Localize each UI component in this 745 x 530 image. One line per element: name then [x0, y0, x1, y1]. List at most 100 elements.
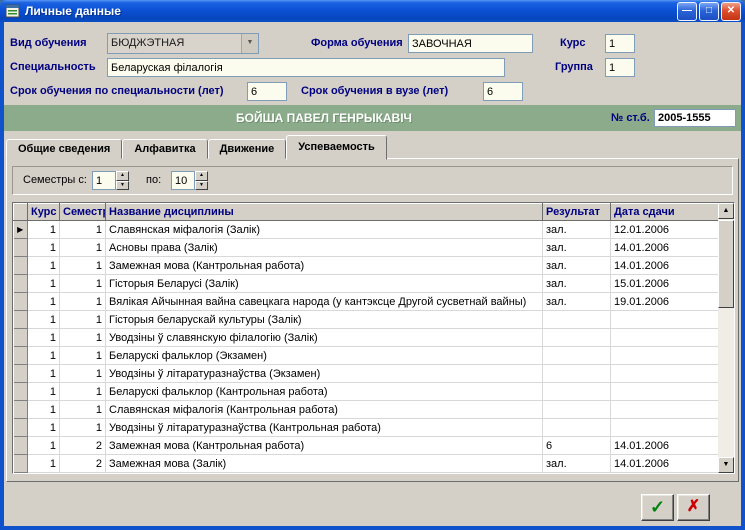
vertical-scrollbar[interactable]: ▲ ▼ [718, 203, 734, 473]
table-row[interactable]: 11Вялікая Айчынная вайна савецкага народ… [14, 293, 719, 311]
cell-semestr[interactable]: 1 [60, 419, 106, 437]
specialty-duration-field[interactable] [247, 82, 287, 101]
cell-date[interactable] [611, 401, 719, 419]
cell-result[interactable]: зал. [543, 275, 611, 293]
cell-result[interactable] [543, 329, 611, 347]
cell-semestr[interactable]: 2 [60, 437, 106, 455]
cell-kurs[interactable]: 1 [28, 365, 60, 383]
group-field[interactable] [605, 58, 635, 77]
column-header-semester[interactable]: Семестр [60, 204, 106, 221]
tab-movement[interactable]: Движение [208, 139, 287, 159]
scrollbar-thumb[interactable] [718, 220, 734, 308]
cell-semestr[interactable]: 1 [60, 221, 106, 239]
titlebar[interactable]: Личные данные — □ ✕ [0, 0, 745, 22]
combo-dropdown-icon[interactable]: ▼ [241, 34, 258, 53]
cell-result[interactable] [543, 383, 611, 401]
table-row[interactable]: ▶11Славянская міфалогія (Залік)зал.12.01… [14, 221, 719, 239]
column-header-result[interactable]: Результат [543, 204, 611, 221]
maximize-button[interactable]: □ [699, 2, 719, 21]
semester-from-field[interactable] [92, 171, 116, 190]
cell-kurs[interactable]: 1 [28, 401, 60, 419]
cell-kurs[interactable]: 1 [28, 419, 60, 437]
cell-discipline[interactable]: Гісторыя Беларусі (Залік) [106, 275, 543, 293]
cell-semestr[interactable]: 1 [60, 401, 106, 419]
cell-semestr[interactable]: 1 [60, 293, 106, 311]
cell-date[interactable]: 14.01.2006 [611, 239, 719, 257]
cell-kurs[interactable]: 1 [28, 347, 60, 365]
cell-semestr[interactable]: 1 [60, 257, 106, 275]
table-row[interactable]: 11Гісторыя Беларусі (Залік)зал.15.01.200… [14, 275, 719, 293]
cell-discipline[interactable]: Вялікая Айчынная вайна савецкага народа … [106, 293, 543, 311]
cell-discipline[interactable]: Замежная мова (Кантрольная работа) [106, 257, 543, 275]
cell-semestr[interactable]: 1 [60, 275, 106, 293]
cell-kurs[interactable]: 1 [28, 311, 60, 329]
cell-result[interactable]: зал. [543, 257, 611, 275]
table-row[interactable]: 11Замежная мова (Кантрольная работа)зал.… [14, 257, 719, 275]
cell-date[interactable]: 14.01.2006 [611, 257, 719, 275]
cell-semestr[interactable]: 1 [60, 239, 106, 257]
education-form-field[interactable] [408, 34, 533, 53]
column-header-date[interactable]: Дата сдачи [611, 204, 719, 221]
cell-kurs[interactable]: 1 [28, 275, 60, 293]
cell-semestr[interactable]: 1 [60, 329, 106, 347]
table-row[interactable]: 12Замежная мова (Залік)зал.14.01.2006 [14, 455, 719, 473]
cell-semestr[interactable]: 1 [60, 365, 106, 383]
cell-result[interactable]: зал. [543, 239, 611, 257]
scroll-down-icon[interactable]: ▼ [718, 457, 734, 473]
cell-date[interactable] [611, 329, 719, 347]
university-duration-field[interactable] [483, 82, 523, 101]
spin-down-icon[interactable]: ▼ [195, 181, 208, 191]
minimize-button[interactable]: — [677, 2, 697, 21]
cell-date[interactable] [611, 365, 719, 383]
confirm-button[interactable]: ✓ [641, 494, 674, 521]
spin-up-icon[interactable]: ▲ [116, 171, 129, 181]
spin-down-icon[interactable]: ▼ [116, 181, 129, 191]
cell-date[interactable] [611, 419, 719, 437]
cell-kurs[interactable]: 1 [28, 239, 60, 257]
tab-alphabet-card[interactable]: Алфавитка [122, 139, 207, 159]
cell-date[interactable]: 12.01.2006 [611, 221, 719, 239]
course-field[interactable] [605, 34, 635, 53]
column-header-course[interactable]: Курс [28, 204, 60, 221]
cell-date[interactable] [611, 347, 719, 365]
cell-result[interactable]: 6 [543, 437, 611, 455]
cell-result[interactable] [543, 419, 611, 437]
tab-performance[interactable]: Успеваемость [286, 135, 387, 160]
cell-semestr[interactable]: 2 [60, 455, 106, 473]
column-header-discipline[interactable]: Название дисциплины [106, 204, 543, 221]
student-book-number-field[interactable] [654, 109, 736, 127]
cell-kurs[interactable]: 1 [28, 383, 60, 401]
cell-discipline[interactable]: Славянская міфалогія (Залік) [106, 221, 543, 239]
table-row[interactable]: 11Уводзіны ў літаратуразнаўства (Экзамен… [14, 365, 719, 383]
cell-discipline[interactable]: Славянская міфалогія (Кантрольная работа… [106, 401, 543, 419]
table-row[interactable]: 11Беларускі фальклор (Экзамен) [14, 347, 719, 365]
cell-kurs[interactable]: 1 [28, 293, 60, 311]
tab-general-info[interactable]: Общие сведения [6, 139, 122, 159]
cancel-button[interactable]: ✗ [677, 494, 710, 521]
cell-discipline[interactable]: Асновы права (Залік) [106, 239, 543, 257]
cell-discipline[interactable]: Замежная мова (Залік) [106, 455, 543, 473]
cell-date[interactable]: 14.01.2006 [611, 455, 719, 473]
cell-discipline[interactable]: Гісторыя беларускай культуры (Залік) [106, 311, 543, 329]
cell-date[interactable]: 19.01.2006 [611, 293, 719, 311]
table-row[interactable]: 12Замежная мова (Кантрольная работа)614.… [14, 437, 719, 455]
cell-discipline[interactable]: Замежная мова (Кантрольная работа) [106, 437, 543, 455]
cell-discipline[interactable]: Уводзіны ў славянскую філалогію (Залік) [106, 329, 543, 347]
education-type-combo[interactable]: БЮДЖЭТНАЯ ▼ [107, 33, 259, 54]
cell-semestr[interactable]: 1 [60, 311, 106, 329]
cell-kurs[interactable]: 1 [28, 221, 60, 239]
cell-date[interactable]: 14.01.2006 [611, 437, 719, 455]
cell-discipline[interactable]: Уводзіны ў літаратуразнаўства (Кантрольн… [106, 419, 543, 437]
table-row[interactable]: 11Беларускі фальклор (Кантрольная работа… [14, 383, 719, 401]
cell-date[interactable] [611, 383, 719, 401]
cell-kurs[interactable]: 1 [28, 437, 60, 455]
cell-kurs[interactable]: 1 [28, 257, 60, 275]
semester-to-field[interactable] [171, 171, 195, 190]
table-row[interactable]: 11Уводзіны ў славянскую філалогію (Залік… [14, 329, 719, 347]
cell-result[interactable]: зал. [543, 221, 611, 239]
cell-result[interactable]: зал. [543, 455, 611, 473]
table-row[interactable]: 11Гісторыя беларускай культуры (Залік) [14, 311, 719, 329]
cell-semestr[interactable]: 1 [60, 347, 106, 365]
specialty-field[interactable] [107, 58, 505, 77]
table-row[interactable]: 11Славянская міфалогія (Кантрольная рабо… [14, 401, 719, 419]
